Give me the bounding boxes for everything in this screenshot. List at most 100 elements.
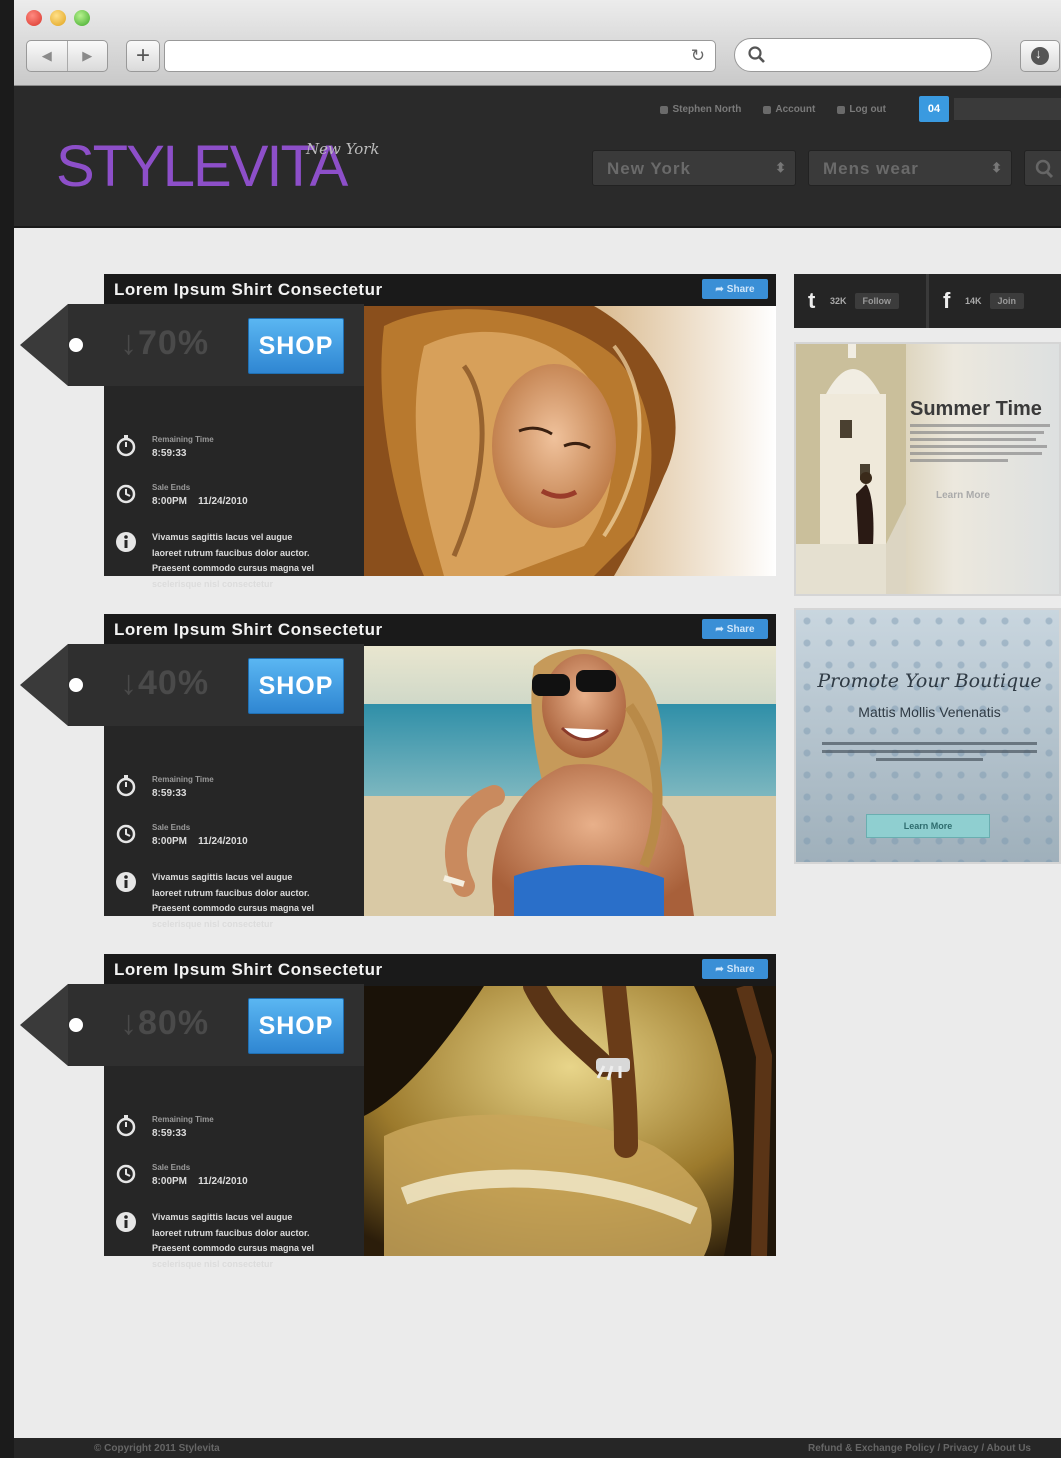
sale-ends-text: Sale Ends 8:00PM 11/24/2010 — [152, 1162, 248, 1189]
sale-ends: Sale Ends 8:00PM 11/24/2010 — [114, 822, 248, 849]
site-logo[interactable]: STYLEVITA — [56, 134, 348, 200]
clock-icon — [114, 482, 138, 506]
social-bar: t 32K Follow f 14K Join — [794, 274, 1061, 328]
deal-image[interactable] — [364, 306, 776, 576]
discount-value: 70% — [138, 324, 210, 362]
remaining-time: Remaining Time 8:59:33 — [114, 1114, 214, 1141]
sale-ends-label: Sale Ends — [152, 823, 191, 832]
info-icon — [114, 870, 138, 894]
share-button[interactable]: ➦ Share — [702, 279, 768, 299]
woman-windblown-hair-image — [364, 306, 776, 576]
share-button[interactable]: ➦ Share — [702, 619, 768, 639]
downloads-button[interactable] — [1020, 40, 1060, 72]
boutique-learn-more-button[interactable]: Learn More — [866, 814, 990, 838]
remaining-time: Remaining Time 8:59:33 — [114, 434, 214, 461]
zoom-window-icon[interactable] — [74, 10, 90, 26]
share-icon: ➦ — [715, 623, 724, 635]
close-window-icon[interactable] — [26, 10, 42, 26]
deal-description-text: Vivamus sagittis lacus vel augue laoreet… — [152, 532, 315, 589]
user-icon — [660, 105, 669, 114]
remaining-time-label: Remaining Time — [152, 775, 214, 784]
deal-title[interactable]: Lorem Ipsum Shirt Consectetur — [114, 280, 383, 300]
twitter-block: t 32K Follow — [794, 274, 929, 328]
remaining-time-label: Remaining Time — [152, 1115, 214, 1124]
discount-value: 40% — [138, 664, 210, 702]
discount-tag: ↓70% SHOP — [20, 304, 364, 386]
user-link-label: Stephen North — [672, 104, 742, 115]
discount-value: 80% — [138, 1004, 210, 1042]
site-header: Stephen North Account Log out 04 STYLEVI… — [14, 86, 1061, 228]
deal-title[interactable]: Lorem Ipsum Shirt Consectetur — [114, 960, 383, 980]
twitter-count: 32K — [830, 296, 847, 306]
summer-promo[interactable]: Summer Time Learn More — [794, 342, 1061, 596]
shop-button[interactable]: SHOP — [248, 318, 344, 374]
santorini-church-image — [796, 344, 906, 594]
shop-button[interactable]: SHOP — [248, 658, 344, 714]
twitter-follow-button[interactable]: Follow — [854, 293, 900, 309]
share-label: Share — [726, 963, 755, 975]
deal-description: Vivamus sagittis lacus vel augue laoreet… — [114, 1210, 322, 1272]
back-icon[interactable]: ◀ — [27, 41, 68, 71]
deal-header: Lorem Ipsum Shirt Consectetur ➦ Share — [104, 274, 776, 306]
gear-icon — [763, 105, 772, 114]
facebook-count: 14K — [965, 296, 982, 306]
forward-icon[interactable]: ▶ — [68, 41, 108, 71]
deal-image[interactable] — [364, 646, 776, 916]
stopwatch-icon — [114, 434, 138, 458]
share-button[interactable]: ➦ Share — [702, 959, 768, 979]
sale-ends-text: Sale Ends 8:00PM 11/24/2010 — [152, 822, 248, 849]
deal-title[interactable]: Lorem Ipsum Shirt Consectetur — [114, 620, 383, 640]
boutique-promo-body — [822, 742, 1037, 766]
sale-ends: Sale Ends 8:00PM 11/24/2010 — [114, 1162, 248, 1189]
summer-promo-body — [910, 424, 1050, 466]
account-link-label: Account — [775, 104, 816, 115]
down-arrow-icon: ↓ — [120, 664, 138, 702]
discount-percent: ↓80% — [120, 1004, 209, 1043]
hands-sand-beach-image — [364, 986, 776, 1256]
discount-percent: ↓70% — [120, 324, 209, 363]
facebook-icon: f — [943, 288, 951, 313]
address-bar[interactable]: ↻ — [164, 40, 716, 72]
shop-button[interactable]: SHOP — [248, 998, 344, 1054]
browser-search-field[interactable] — [734, 38, 992, 72]
summer-learn-more-link[interactable]: Learn More — [936, 490, 990, 501]
nav-buttons: ◀ ▶ — [26, 40, 108, 72]
cart-dropdown[interactable] — [954, 98, 1061, 120]
reload-icon[interactable]: ↻ — [691, 46, 705, 66]
share-icon: ➦ — [715, 283, 724, 295]
minimize-window-icon[interactable] — [50, 10, 66, 26]
stopwatch-icon — [114, 1114, 138, 1138]
user-link[interactable]: Stephen North — [660, 104, 741, 115]
remaining-time-text: Remaining Time 8:59:33 — [152, 434, 214, 461]
site-footer: © Copyright 2011 Stylevita Refund & Exch… — [14, 1438, 1061, 1458]
new-tab-button[interactable]: + — [126, 40, 160, 72]
cart-badge[interactable]: 04 — [919, 96, 949, 122]
logo-city-script: New York — [306, 140, 380, 158]
search-icon — [1035, 159, 1054, 179]
sale-ends-date: 11/24/2010 — [198, 836, 248, 847]
category-select[interactable]: Mens wear — [808, 150, 1012, 186]
account-link[interactable]: Account — [763, 104, 815, 115]
discount-tag: ↓40% SHOP — [20, 644, 364, 726]
site-search-button[interactable] — [1024, 150, 1061, 186]
remaining-time-text: Remaining Time 8:59:33 — [152, 1114, 214, 1141]
deal-card: Lorem Ipsum Shirt Consectetur ➦ Share Rem… — [20, 954, 776, 1269]
sale-ends-label: Sale Ends — [152, 483, 191, 492]
deal-card: Lorem Ipsum Shirt Consectetur ➦ Share Rem… — [20, 274, 776, 589]
city-select[interactable]: New York — [592, 150, 796, 186]
sale-ends-text: Sale Ends 8:00PM 11/24/2010 — [152, 482, 248, 509]
logout-link[interactable]: Log out — [837, 104, 886, 115]
copyright-text: © Copyright 2011 Stylevita — [94, 1443, 220, 1454]
down-arrow-icon: ↓ — [120, 1004, 138, 1042]
deal-description-text: Vivamus sagittis lacus vel augue laoreet… — [152, 1212, 315, 1269]
page: ◀ ▶ + ↻ Stephen North Account Log out 04… — [0, 0, 1061, 1458]
facebook-join-button[interactable]: Join — [989, 293, 1025, 309]
logout-link-label: Log out — [849, 104, 886, 115]
footer-links[interactable]: Refund & Exchange Policy / Privacy / Abo… — [808, 1443, 1031, 1454]
sale-ends-time: 8:00PM — [152, 496, 188, 507]
deal-image[interactable] — [364, 986, 776, 1256]
boutique-promo[interactable]: Promote Your Boutique Mattis Mollis Vene… — [794, 608, 1061, 864]
discount-tag: ↓80% SHOP — [20, 984, 364, 1066]
user-nav: Stephen North Account Log out — [660, 104, 886, 115]
down-arrow-icon: ↓ — [120, 324, 138, 362]
